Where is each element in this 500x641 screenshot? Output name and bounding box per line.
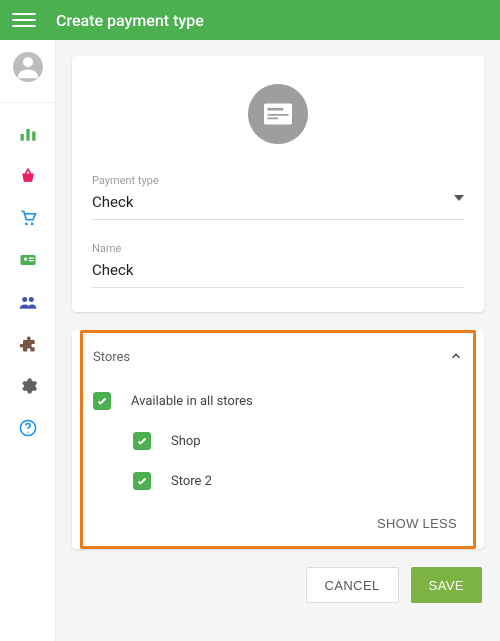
basket-icon[interactable]	[17, 165, 39, 187]
store-checkbox[interactable]	[133, 472, 151, 490]
all-stores-row: Available in all stores	[93, 381, 463, 421]
chevron-up-icon[interactable]	[449, 348, 463, 367]
store-label: Store 2	[171, 474, 212, 489]
store-label: Shop	[171, 434, 201, 449]
avatar-icon[interactable]	[13, 52, 43, 82]
payment-type-select[interactable]: Check	[92, 189, 464, 220]
cart-icon[interactable]	[17, 207, 39, 229]
store-row: Store 2	[93, 461, 463, 501]
people-icon[interactable]	[17, 291, 39, 313]
gear-icon[interactable]	[17, 375, 39, 397]
stores-card: Stores Available in all stores Shop	[72, 330, 484, 549]
side-rail	[0, 40, 56, 641]
payment-type-card: Payment type Check Name Check	[72, 56, 484, 312]
main-content: Payment type Check Name Check Stores	[56, 40, 500, 641]
name-input[interactable]: Check	[92, 257, 464, 288]
check-icon	[248, 84, 308, 144]
store-checkbox[interactable]	[133, 432, 151, 450]
payment-type-value: Check	[92, 189, 464, 220]
stores-highlight: Stores Available in all stores Shop	[80, 330, 476, 549]
footer-actions: CANCEL SAVE	[72, 567, 484, 609]
menu-icon[interactable]	[12, 8, 36, 32]
id-card-icon[interactable]	[17, 249, 39, 271]
payment-type-label: Payment type	[92, 174, 464, 187]
all-stores-label: Available in all stores	[131, 394, 253, 409]
stores-section-label: Stores	[93, 350, 130, 365]
app-header: Create payment type	[0, 0, 500, 40]
rail-separator	[0, 102, 55, 103]
puzzle-icon[interactable]	[17, 333, 39, 355]
store-row: Shop	[93, 421, 463, 461]
name-label: Name	[92, 242, 464, 255]
show-less-button[interactable]: SHOW LESS	[377, 516, 457, 531]
page-title: Create payment type	[56, 11, 204, 30]
help-icon[interactable]	[17, 417, 39, 439]
cancel-button[interactable]: CANCEL	[306, 567, 399, 603]
all-stores-checkbox[interactable]	[93, 392, 111, 410]
save-button[interactable]: SAVE	[411, 567, 482, 603]
analytics-icon[interactable]	[17, 123, 39, 145]
chevron-down-icon	[454, 195, 464, 201]
